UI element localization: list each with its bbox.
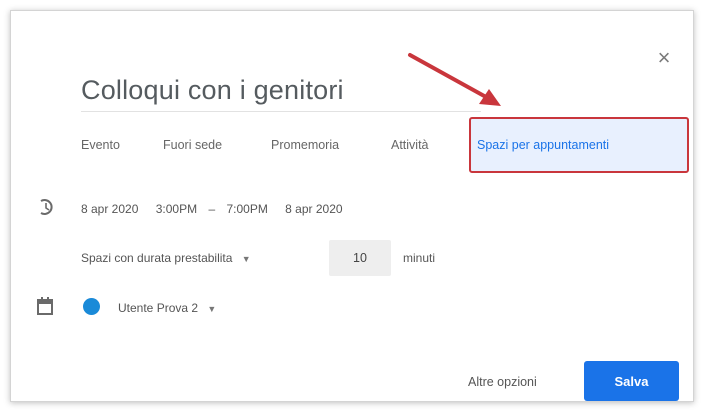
event-dialog: × Colloqui con i genitori Evento Fuori s… [10, 10, 694, 402]
tab-promemoria[interactable]: Promemoria [271, 138, 339, 152]
calendar-icon [37, 297, 53, 315]
chevron-down-icon: ▼ [207, 304, 217, 314]
start-time[interactable]: 3:00PM [156, 202, 197, 216]
event-type-tabs: Evento Fuori sede Promemoria Attività Sp… [11, 138, 693, 164]
start-date[interactable]: 8 apr 2020 [81, 202, 138, 216]
time-separator: – [208, 202, 216, 216]
save-button[interactable]: Salva [584, 361, 679, 401]
duration-unit: minuti [403, 251, 436, 265]
slot-type-select[interactable]: Spazi con durata prestabilita ▼ [81, 251, 251, 265]
calendar-name: Utente Prova 2 [118, 301, 199, 315]
slot-duration-input[interactable]: 10 [329, 240, 391, 276]
chevron-down-icon: ▼ [241, 254, 251, 264]
tab-evento[interactable]: Evento [81, 138, 120, 152]
tab-attivita[interactable]: Attività [391, 138, 429, 152]
end-time[interactable]: 7:00PM [226, 202, 267, 216]
tab-fuori-sede[interactable]: Fuori sede [163, 138, 222, 152]
time-row: 8 apr 2020 3:00PM – 7:00PM 8 apr 2020 [81, 202, 343, 216]
calendar-select[interactable]: Utente Prova 2 ▼ [118, 301, 216, 315]
calendar-color-dot [83, 298, 100, 315]
more-options-button[interactable]: Altre opzioni [468, 375, 537, 389]
end-date[interactable]: 8 apr 2020 [285, 202, 342, 216]
clock-icon [40, 199, 53, 215]
tab-spazi-per-appuntamenti[interactable]: Spazi per appuntamenti [477, 138, 609, 152]
slot-type-label: Spazi con durata prestabilita [81, 251, 233, 265]
